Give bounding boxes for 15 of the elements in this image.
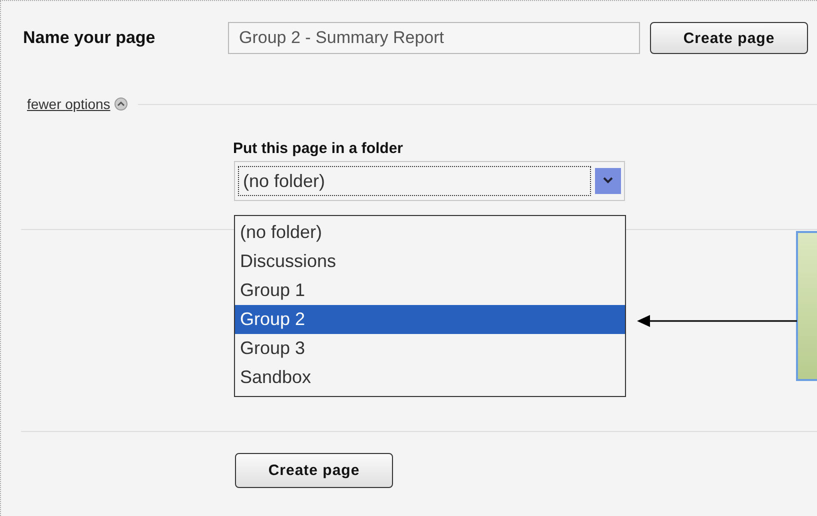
caret-icon[interactable]	[595, 168, 621, 194]
folder-option[interactable]: (no folder)	[235, 218, 625, 247]
folder-label: Put this page in a folder	[233, 140, 404, 157]
collapse-icon[interactable]	[114, 97, 128, 111]
folder-dropdown[interactable]: (no folder)	[234, 161, 625, 201]
folder-option[interactable]: Group 1	[235, 276, 625, 305]
folder-option[interactable]: Discussions	[235, 247, 625, 276]
create-page-button[interactable]: Create page	[235, 453, 393, 488]
folder-option[interactable]: Sandbox	[235, 363, 625, 392]
folder-option[interactable]: Group 2	[235, 305, 625, 334]
create-page-button[interactable]: Create page	[650, 22, 808, 54]
fewer-options-link[interactable]: fewer options	[27, 96, 110, 112]
folder-option[interactable]: Group 3	[235, 334, 625, 363]
field-label: Name your page	[23, 28, 156, 48]
page-name-field[interactable]: Group 2 - Summary Report	[228, 22, 640, 54]
